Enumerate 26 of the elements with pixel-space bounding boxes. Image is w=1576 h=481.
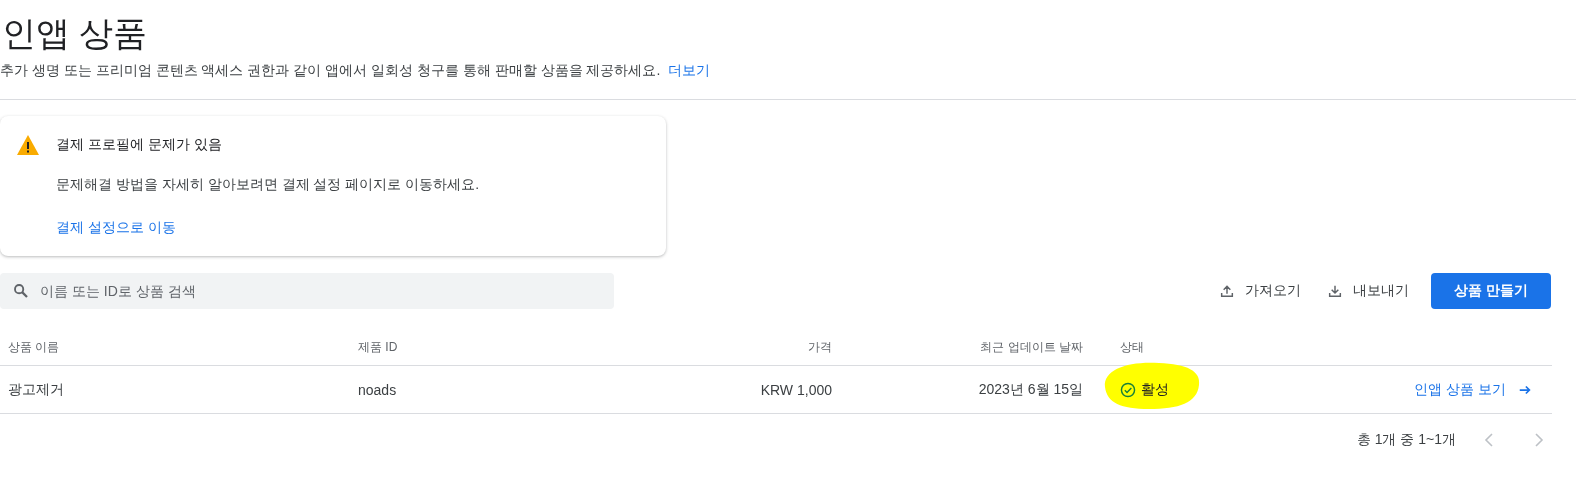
- download-icon: [1327, 283, 1343, 299]
- import-button[interactable]: 가져오기: [1209, 274, 1311, 308]
- create-product-button[interactable]: 상품 만들기: [1431, 273, 1551, 309]
- search-field[interactable]: 이름 또는 ID로 상품 검색: [0, 273, 614, 309]
- column-header: 가격: [807, 338, 832, 356]
- view-product-link[interactable]: 인앱 상품 보기: [1233, 380, 1552, 399]
- status-label: 활성: [1141, 380, 1169, 399]
- table-cell-text: 광고제거: [7, 380, 65, 399]
- column-header: 최근 업데이트 날짜: [979, 338, 1083, 356]
- table-cell-text: noads: [357, 381, 398, 398]
- warning-icon: [16, 134, 40, 156]
- table-cell-text: 2023년 6월 15일: [977, 380, 1083, 399]
- page-title: 인앱 상품: [2, 13, 149, 54]
- export-button[interactable]: 내보내기: [1317, 274, 1419, 308]
- alert-title: 결제 프로필에 문제가 있음: [56, 136, 223, 154]
- column-header: 상태: [1119, 338, 1145, 356]
- upload-icon: [1219, 283, 1235, 299]
- learn-more-link[interactable]: 더보기: [668, 62, 711, 80]
- search-icon: [12, 282, 30, 300]
- column-header: 상품 이름: [7, 338, 61, 356]
- pagination-summary: 총 1개 중 1~1개: [1356, 431, 1456, 449]
- billing-settings-link[interactable]: 결제 설정으로 이동: [56, 219, 176, 235]
- column-header: 제품 ID: [357, 338, 399, 356]
- page-description: 추가 생명 또는 프리미엄 콘텐츠 액세스 권한과 같이 앱에서 일회성 청구를 통해 판매할 상품을 제공하세요.: [0, 62, 661, 80]
- alert-message: 문제해결 방법을 자세히 알아보려면 결제 설정 페이지로 이동하세요.: [56, 176, 480, 194]
- table-cell-text: KRW 1,000: [759, 381, 832, 398]
